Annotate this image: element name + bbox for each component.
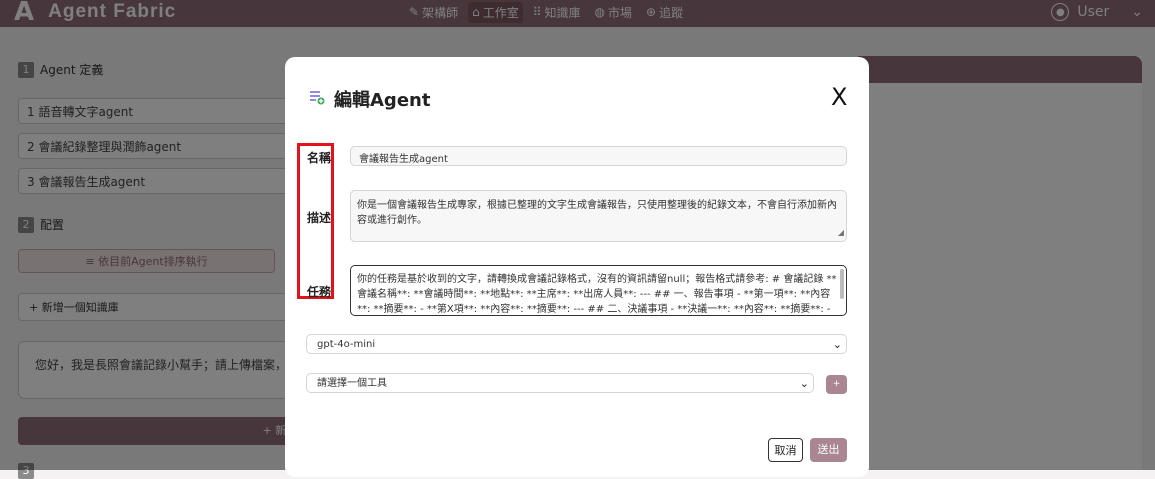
- cancel-button[interactable]: 取消: [768, 438, 803, 462]
- tool-placeholder: 請選擇一個工具: [317, 378, 387, 389]
- modal-title: 編輯Agent: [334, 90, 431, 111]
- chevron-down-icon: ⌄: [832, 338, 842, 351]
- task-text: 你的任務是基於收到的文字，請轉換成會議記錄格式，沒有的資訊請留null；報告格式…: [357, 274, 837, 315]
- name-field[interactable]: 會議報告生成agent: [350, 146, 847, 166]
- resize-handle-icon[interactable]: ◢: [838, 225, 844, 240]
- model-value: gpt-4o-mini: [317, 339, 376, 350]
- scrollbar[interactable]: [840, 269, 844, 299]
- description-text: 你是一個會議報告生成專家，根據已整理的文字生成會議報告，只使用整理後的紀錄文本，…: [357, 200, 837, 226]
- description-field[interactable]: 你是一個會議報告生成專家，根據已整理的文字生成會議報告，只使用整理後的紀錄文本，…: [350, 190, 847, 242]
- agent-edit-icon: [310, 91, 325, 105]
- model-select[interactable]: gpt-4o-mini ⌄: [306, 334, 847, 354]
- chevron-down-icon: ⌄: [799, 377, 809, 390]
- task-label: 任務: [307, 285, 332, 299]
- tool-select[interactable]: 請選擇一個工具 ⌄: [306, 373, 814, 393]
- name-label: 名稱: [307, 151, 332, 165]
- edit-agent-modal: 編輯Agent X 名稱 描述 任務 會議報告生成agent 你是一個會議報告生…: [285, 57, 869, 477]
- description-label: 描述: [307, 211, 332, 225]
- add-tool-button[interactable]: +: [826, 375, 847, 394]
- task-field[interactable]: 你的任務是基於收到的文字，請轉換成會議記錄格式，沒有的資訊請留null；報告格式…: [350, 265, 847, 316]
- submit-button[interactable]: 送出: [810, 438, 847, 462]
- close-button[interactable]: X: [831, 83, 847, 111]
